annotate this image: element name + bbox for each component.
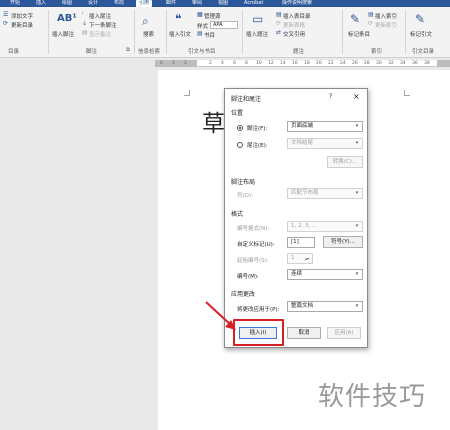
watermark: 软件技巧	[318, 382, 427, 412]
pointer-arrow-icon	[205, 301, 236, 330]
